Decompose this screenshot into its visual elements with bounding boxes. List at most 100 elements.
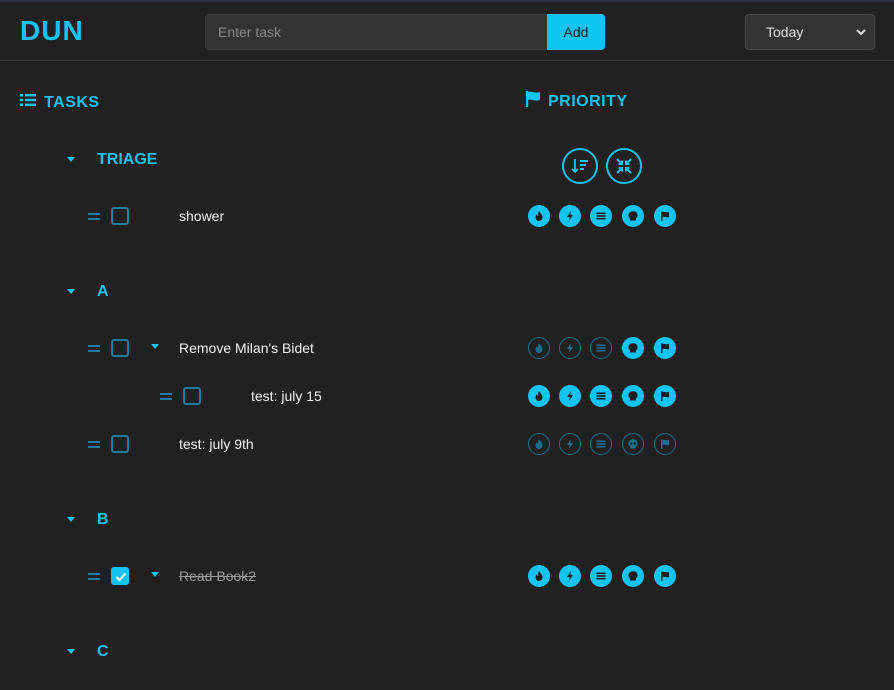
group-header-triage[interactable]: TRIAGE	[66, 151, 157, 169]
drag-handle-icon[interactable]	[88, 570, 100, 582]
flag-priority-toggle[interactable]	[654, 565, 676, 587]
group-header-a[interactable]: A	[66, 283, 109, 301]
skull-icon	[628, 439, 638, 449]
priority-icons	[528, 565, 688, 587]
waves-icon	[596, 344, 606, 352]
waves-icon	[596, 392, 606, 400]
priority-icons	[528, 205, 688, 227]
skull-icon	[628, 343, 638, 353]
waves-priority-toggle[interactable]	[590, 337, 612, 359]
priority-title-label: PRIORITY	[548, 92, 628, 110]
group-name: A	[97, 283, 109, 300]
fire-priority-toggle[interactable]	[528, 433, 550, 455]
caret-down-icon[interactable]	[150, 343, 160, 353]
task-label[interactable]: Remove Milan's Bidet	[179, 340, 314, 356]
waves-icon	[596, 212, 606, 220]
caret-down-icon	[66, 648, 76, 656]
skull-priority-toggle[interactable]	[622, 565, 644, 587]
flag-priority-toggle[interactable]	[654, 385, 676, 407]
add-task-button[interactable]: Add	[547, 14, 605, 50]
skull-priority-toggle[interactable]	[622, 205, 644, 227]
task-checkbox[interactable]	[111, 435, 129, 453]
flag-icon	[661, 343, 669, 353]
priority-icons	[528, 385, 688, 407]
compress-icon	[616, 158, 632, 174]
waves-priority-toggle[interactable]	[590, 433, 612, 455]
skull-icon	[628, 211, 638, 221]
drag-handle-icon[interactable]	[88, 438, 100, 450]
chevron-down-icon	[854, 25, 868, 42]
fire-icon	[535, 571, 543, 581]
collapse-all-button[interactable]	[606, 148, 642, 184]
tasks-title-label: TASKS	[44, 93, 100, 111]
fire-icon	[535, 211, 543, 221]
fire-priority-toggle[interactable]	[528, 205, 550, 227]
drag-handle-icon[interactable]	[88, 210, 100, 222]
group-header-c[interactable]: C	[66, 643, 109, 661]
waves-icon	[596, 440, 606, 448]
skull-priority-toggle[interactable]	[622, 385, 644, 407]
bolt-icon	[567, 343, 573, 353]
day-select[interactable]: Today	[745, 14, 875, 50]
caret-down-icon	[66, 288, 76, 296]
task-row: shower	[0, 204, 894, 228]
task-input[interactable]	[205, 14, 547, 50]
task-row: test: july 9th	[0, 432, 894, 456]
drag-handle-icon[interactable]	[160, 390, 172, 402]
bolt-icon	[567, 211, 573, 221]
caret-down-icon	[66, 156, 76, 164]
flag-icon	[661, 211, 669, 221]
fire-priority-toggle[interactable]	[528, 385, 550, 407]
waves-priority-toggle[interactable]	[590, 565, 612, 587]
fire-priority-toggle[interactable]	[528, 337, 550, 359]
fire-priority-toggle[interactable]	[528, 565, 550, 587]
flag-priority-toggle[interactable]	[654, 337, 676, 359]
checkmark-icon	[115, 572, 127, 582]
tasks-section-title: TASKS	[20, 93, 100, 112]
drag-handle-icon[interactable]	[88, 342, 100, 354]
task-row: Read Book2	[0, 564, 894, 588]
priority-section-title: PRIORITY	[526, 91, 628, 112]
fire-icon	[535, 343, 543, 353]
task-label[interactable]: test: july 15	[251, 388, 322, 404]
task-checkbox-checked[interactable]	[111, 567, 129, 585]
group-name: B	[97, 511, 109, 528]
bolt-priority-toggle[interactable]	[559, 205, 581, 227]
skull-priority-toggle[interactable]	[622, 433, 644, 455]
subtask-row: test: july 15	[0, 384, 894, 408]
priority-icons	[528, 337, 688, 359]
task-label[interactable]: shower	[179, 208, 224, 224]
sort-button[interactable]	[562, 148, 598, 184]
flag-priority-toggle[interactable]	[654, 205, 676, 227]
waves-priority-toggle[interactable]	[590, 385, 612, 407]
skull-icon	[628, 391, 638, 401]
skull-icon	[628, 571, 638, 581]
priority-icons	[528, 433, 688, 455]
task-checkbox[interactable]	[111, 207, 129, 225]
task-checkbox[interactable]	[183, 387, 201, 405]
flag-icon	[661, 391, 669, 401]
flag-icon	[661, 439, 669, 449]
bolt-priority-toggle[interactable]	[559, 385, 581, 407]
bolt-priority-toggle[interactable]	[559, 337, 581, 359]
bolt-icon	[567, 391, 573, 401]
caret-down-icon	[66, 516, 76, 524]
task-checkbox[interactable]	[111, 339, 129, 357]
sort-icon	[571, 159, 588, 174]
group-header-b[interactable]: B	[66, 511, 109, 529]
bolt-priority-toggle[interactable]	[559, 565, 581, 587]
bolt-icon	[567, 571, 573, 581]
task-label[interactable]: Read Book2	[179, 568, 256, 584]
flag-icon	[661, 571, 669, 581]
task-label[interactable]: test: july 9th	[179, 436, 254, 452]
flag-icon	[526, 91, 540, 112]
skull-priority-toggle[interactable]	[622, 337, 644, 359]
waves-priority-toggle[interactable]	[590, 205, 612, 227]
task-row: Remove Milan's Bidet	[0, 336, 894, 360]
list-icon	[20, 93, 36, 112]
day-select-value: Today	[766, 24, 804, 40]
app-logo: DUN	[20, 15, 84, 46]
caret-down-icon[interactable]	[150, 571, 160, 581]
bolt-priority-toggle[interactable]	[559, 433, 581, 455]
flag-priority-toggle[interactable]	[654, 433, 676, 455]
